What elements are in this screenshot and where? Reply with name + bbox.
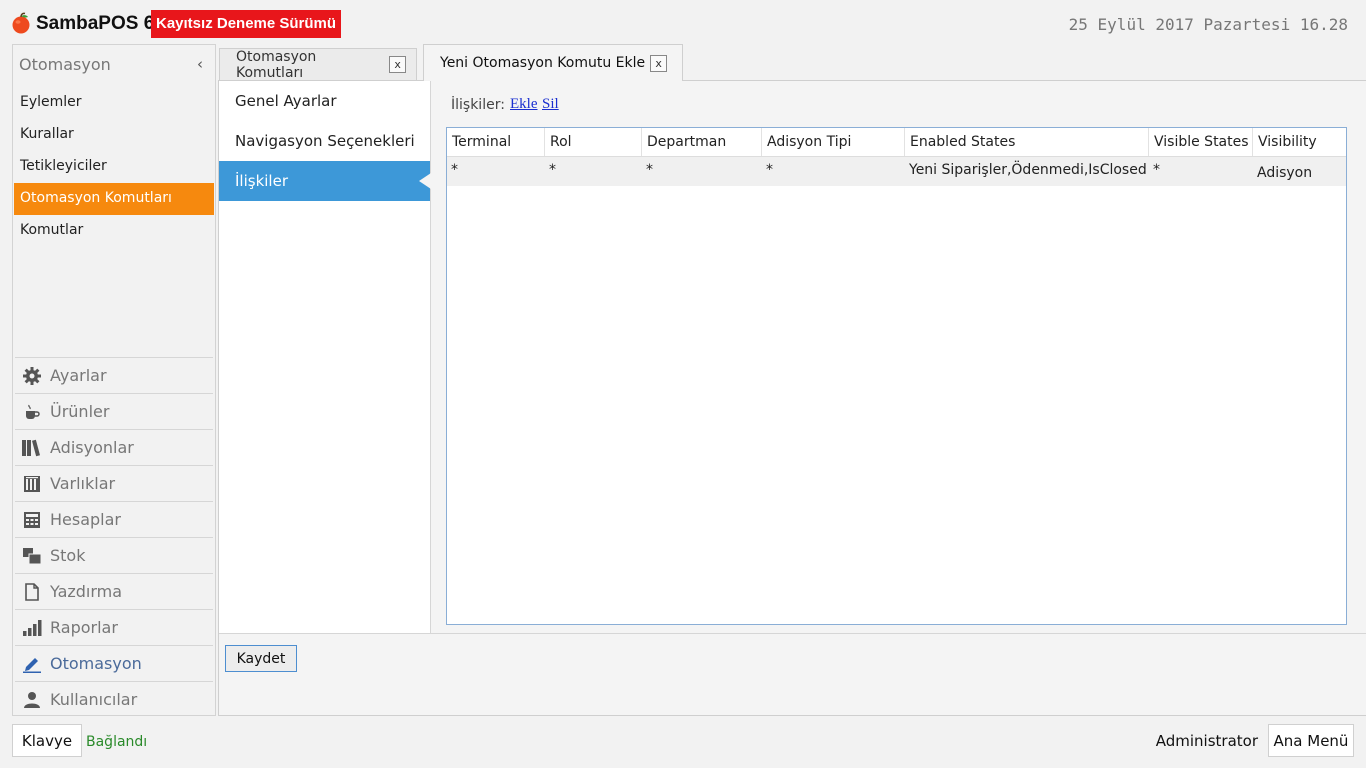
relations-label: İlişkiler: xyxy=(451,97,505,113)
close-icon[interactable]: x xyxy=(650,54,668,72)
close-icon[interactable]: x xyxy=(389,56,406,73)
module-otomasyon[interactable]: Otomasyon xyxy=(15,645,213,681)
module-label: Otomasyon xyxy=(50,654,142,673)
module-yazdirma[interactable]: Yazdırma xyxy=(15,573,213,609)
sidebar-item-tetikleyiciler[interactable]: Tetikleyiciler xyxy=(14,151,214,183)
connection-status: Bağlandı xyxy=(86,734,148,750)
column-header-departman[interactable]: Departman xyxy=(642,128,762,156)
module-label: Yazdırma xyxy=(50,582,123,601)
sidebar-item-otomasyon-komutlari[interactable]: Otomasyon Komutları xyxy=(14,183,214,215)
module-label: Ürünler xyxy=(50,402,110,421)
sidebar-item-eylemler[interactable]: Eylemler xyxy=(14,87,214,119)
table-row[interactable]: * * * * Yeni Siparişler,Ödenmedi,IsClose… xyxy=(447,157,1346,186)
user-icon xyxy=(21,689,43,711)
nav-iliskiler[interactable]: İlişkiler xyxy=(219,161,431,201)
cell-rol: * xyxy=(549,162,556,178)
module-urunler[interactable]: Ürünler xyxy=(15,393,213,429)
cell-visible-states: * xyxy=(1153,162,1160,178)
books-icon xyxy=(21,437,43,459)
module-kullanicilar[interactable]: Kullanıcılar xyxy=(15,681,213,717)
column-header-terminal[interactable]: Terminal xyxy=(447,128,545,156)
keyboard-button[interactable]: Klavye xyxy=(12,724,82,757)
grid-header-row: Terminal Rol Departman Adisyon Tipi Enab… xyxy=(447,128,1346,157)
module-label: Stok xyxy=(50,546,86,565)
add-relation-link[interactable]: Ekle xyxy=(510,96,538,113)
datetime-display: 25 Eylül 2017 Pazartesi 16.28 xyxy=(1068,15,1348,34)
tab-otomasyon-komutlari[interactable]: Otomasyon Komutları x xyxy=(219,48,417,81)
module-label: Hesaplar xyxy=(50,510,121,529)
sidebar-item-komutlar[interactable]: Komutlar xyxy=(14,215,214,247)
building-icon xyxy=(21,473,43,495)
column-header-visibility[interactable]: Visibility xyxy=(1253,128,1346,156)
module-label: Varlıklar xyxy=(50,474,116,493)
sidebar-sub-menu: Eylemler Kurallar Tetikleyiciler Otomasy… xyxy=(13,87,215,247)
module-label: Raporlar xyxy=(50,618,118,637)
gear-icon xyxy=(21,365,43,387)
app-header: SambaPOS 6 Kayıtsız Deneme Sürümü 25 Eyl… xyxy=(0,0,1366,44)
sidebar: Otomasyon ‹ Eylemler Kurallar Tetikleyic… xyxy=(12,44,216,716)
pencil-icon xyxy=(21,653,43,675)
relations-grid: Terminal Rol Departman Adisyon Tipi Enab… xyxy=(446,127,1347,625)
bar-chart-icon xyxy=(21,617,43,639)
cell-departman: * xyxy=(646,162,653,178)
coffee-cup-icon xyxy=(21,401,43,423)
main-panel: Genel Ayarlar Navigasyon Seçenekleri İli… xyxy=(218,80,1366,716)
module-raporlar[interactable]: Raporlar xyxy=(15,609,213,645)
current-user: Administrator xyxy=(1155,732,1258,750)
settings-nav: Genel Ayarlar Navigasyon Seçenekleri İli… xyxy=(219,81,431,633)
column-header-adisyon-tipi[interactable]: Adisyon Tipi xyxy=(762,128,905,156)
module-list: Ayarlar Ürünler Adisyonlar Varlıklar Hes… xyxy=(13,357,215,717)
boxes-icon xyxy=(21,545,43,567)
form-footer: Kaydet xyxy=(219,633,1366,715)
sidebar-header: Otomasyon ‹ xyxy=(13,45,215,87)
module-hesaplar[interactable]: Hesaplar xyxy=(15,501,213,537)
calculator-icon xyxy=(21,509,43,531)
tab-label: Yeni Otomasyon Komutu Ekle xyxy=(440,55,646,71)
collapse-chevron-icon[interactable]: ‹ xyxy=(197,55,203,73)
tab-yeni-otomasyon-komutu-ekle[interactable]: Yeni Otomasyon Komutu Ekle x xyxy=(423,44,683,81)
column-header-rol[interactable]: Rol xyxy=(545,128,642,156)
cell-terminal: * xyxy=(451,162,458,178)
nav-navigasyon-secenekleri[interactable]: Navigasyon Seçenekleri xyxy=(219,121,430,161)
app-title: SambaPOS 6 xyxy=(36,13,155,34)
column-header-visible-states[interactable]: Visible States xyxy=(1149,128,1253,156)
module-adisyonlar[interactable]: Adisyonlar xyxy=(15,429,213,465)
sidebar-item-kurallar[interactable]: Kurallar xyxy=(14,119,214,151)
cell-visibility: Adisyon xyxy=(1257,165,1313,181)
module-label: Kullanıcılar xyxy=(50,690,138,709)
delete-relation-link[interactable]: Sil xyxy=(542,96,559,113)
module-label: Ayarlar xyxy=(50,366,107,385)
cell-adisyon-tipi: * xyxy=(766,162,773,178)
main-menu-button[interactable]: Ana Menü xyxy=(1268,724,1354,757)
tab-label: Otomasyon Komutları xyxy=(236,48,317,81)
module-stok[interactable]: Stok xyxy=(15,537,213,573)
trial-badge: Kayıtsız Deneme Sürümü xyxy=(151,10,342,38)
column-header-enabled-states[interactable]: Enabled States xyxy=(905,128,1149,156)
module-label: Adisyonlar xyxy=(50,438,134,457)
document-icon xyxy=(21,581,43,603)
cell-enabled-states: Yeni Siparişler,Ödenmedi,IsClosed xyxy=(909,162,1147,178)
app-logo-icon xyxy=(12,12,30,34)
module-ayarlar[interactable]: Ayarlar xyxy=(15,357,213,393)
nav-genel-ayarlar[interactable]: Genel Ayarlar xyxy=(219,81,430,121)
sidebar-title: Otomasyon xyxy=(19,55,111,74)
save-button[interactable]: Kaydet xyxy=(225,645,297,672)
module-varliklar[interactable]: Varlıklar xyxy=(15,465,213,501)
